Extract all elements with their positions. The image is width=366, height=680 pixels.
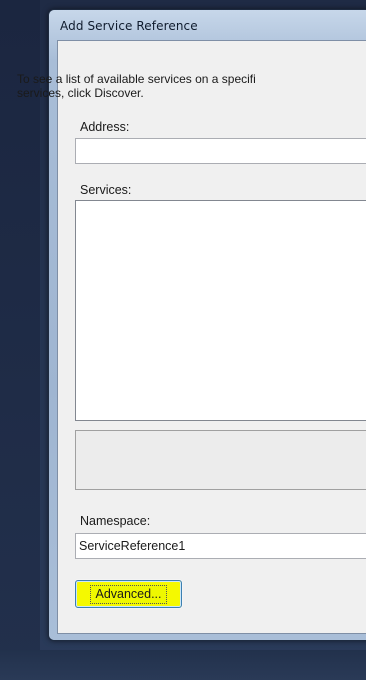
dialog-description: To see a list of available services on a… [17,72,256,100]
address-input[interactable] [75,138,366,164]
namespace-input[interactable] [75,533,366,559]
services-tree[interactable] [75,200,366,421]
desktop-background-bottom [0,650,366,680]
desktop-background [0,0,40,680]
advanced-button-label: Advanced... [90,585,167,604]
services-label: Services: [80,183,132,197]
service-details-panel [75,430,366,490]
address-label: Address: [80,120,130,134]
namespace-label: Namespace: [80,514,151,528]
advanced-button[interactable]: Advanced... [75,580,182,608]
window-title: Add Service Reference [60,19,198,33]
